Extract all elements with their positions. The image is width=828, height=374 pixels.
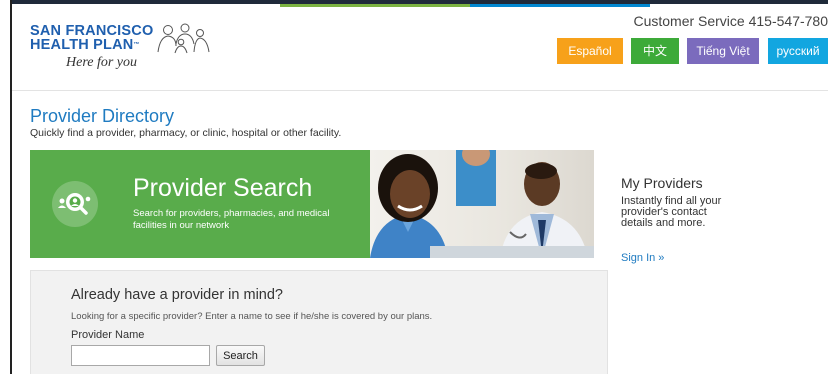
language-spanish-button[interactable]: Español [557, 38, 623, 64]
language-vietnamese-button[interactable]: Tiếng Việt [687, 38, 759, 64]
page-title: Provider Directory [30, 106, 175, 126]
sign-in-link[interactable]: Sign In » [621, 252, 664, 264]
doctors-photo [370, 150, 594, 258]
sfhp-logo[interactable]: SAN FRANCISCO HEALTH PLAN™ Here for you [30, 23, 220, 76]
browser-left-edge [10, 0, 12, 374]
logo-tagline: Here for you [66, 55, 138, 70]
search-button[interactable]: Search [216, 345, 265, 366]
banner-description: Search for providers, pharmacies, and me… [133, 208, 330, 231]
top-accent-blue [470, 4, 650, 7]
logo-line2-text: HEALTH PLAN [30, 37, 134, 53]
doctor-search-icon-graphic [58, 193, 91, 215]
language-chinese-button[interactable]: 中文 [631, 38, 679, 64]
provider-name-search-panel: Already have a provider in mind? Looking… [30, 270, 608, 374]
doctors-photo-illustration [370, 150, 594, 258]
top-accent-green [280, 4, 470, 7]
provider-search-banner: Provider Search Search for providers, ph… [30, 150, 594, 258]
provider-name-label: Provider Name [71, 329, 145, 341]
logo-trademark: ™ [133, 42, 140, 48]
my-providers-description: Instantly find all your provider's conta… [621, 195, 722, 229]
doctor-search-icon [52, 181, 98, 227]
customer-service-phone: Customer Service 415-547-780 [633, 13, 828, 29]
banner-title: Provider Search [133, 174, 313, 202]
search-panel-title: Already have a provider in mind? [71, 287, 283, 303]
family-people-icon [157, 23, 210, 54]
header-divider [12, 90, 828, 91]
search-panel-subtitle: Looking for a specific provider? Enter a… [71, 311, 433, 322]
provider-name-input[interactable] [71, 345, 210, 366]
page-subtitle: Quickly find a provider, pharmacy, or cl… [30, 127, 342, 139]
language-russian-button[interactable]: русский [768, 38, 828, 64]
my-providers-title: My Providers [621, 175, 703, 191]
